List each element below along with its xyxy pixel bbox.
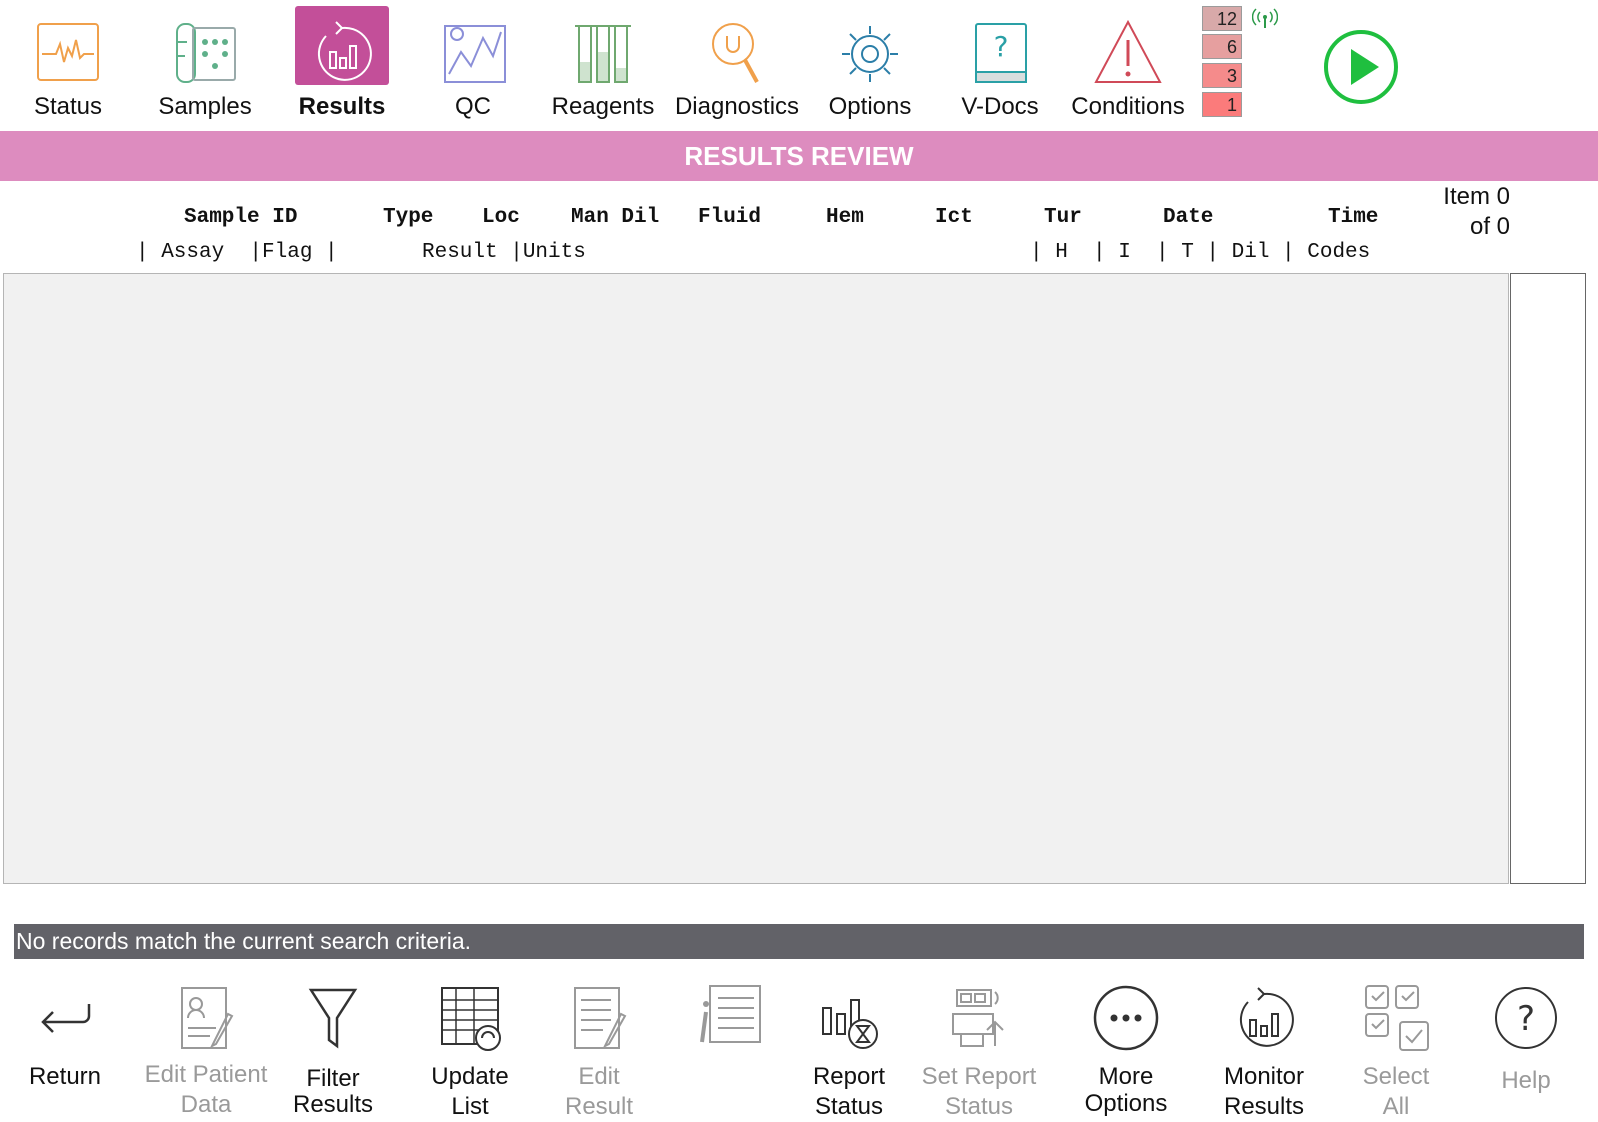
edit-result-icon <box>574 987 627 1049</box>
col-date[interactable]: Date <box>1163 206 1213 229</box>
help-button[interactable]: ? Help <box>1461 978 1591 1118</box>
counter-badge[interactable]: 6 <box>1202 34 1242 59</box>
select-all-icon <box>1365 985 1429 1051</box>
samples-rack-icon <box>163 12 247 94</box>
button-label: Help <box>1501 1067 1551 1094</box>
button-label: Edit Patient <box>144 1061 268 1088</box>
nav-samples[interactable]: Samples <box>150 4 260 124</box>
run-play-icon[interactable] <box>1322 28 1400 106</box>
status-message: No records match the current search crit… <box>14 924 1584 959</box>
list-scrollbar[interactable] <box>1510 273 1586 884</box>
more-options-icon <box>1093 985 1159 1051</box>
col-ict[interactable]: Ict <box>935 206 973 229</box>
options-gear-icon <box>828 12 912 94</box>
nav-label: V-Docs <box>961 93 1039 120</box>
button-label: Edit <box>578 1063 620 1090</box>
nav-vdocs[interactable]: ? V-Docs <box>950 4 1050 124</box>
item-counter-line1: Item 0 <box>1443 183 1510 210</box>
col-sample-id[interactable]: Sample ID <box>184 206 297 229</box>
update-list-icon <box>441 987 501 1051</box>
col-man-dil[interactable]: Man Dil <box>571 206 659 229</box>
item-counter-line2: of 0 <box>1469 213 1510 240</box>
button-label: Result <box>564 1093 634 1120</box>
edit-patient-data-button[interactable]: Edit Patient Data <box>141 978 271 1118</box>
report-status-button[interactable]: Report Status <box>784 978 914 1120</box>
col-loc[interactable]: Loc <box>482 206 520 229</box>
button-label: Return <box>28 1063 102 1090</box>
set-report-status-icon <box>952 989 1004 1047</box>
col-assay-flag[interactable]: | Assay |Flag | <box>136 241 338 264</box>
button-label: Results <box>292 1091 374 1118</box>
button-label: Select <box>1362 1063 1430 1090</box>
button-label: Status <box>944 1093 1014 1120</box>
nav-label: Options <box>828 93 912 120</box>
nav-label: Diagnostics <box>674 93 800 120</box>
nav-status[interactable]: Status <box>15 4 121 124</box>
button-label: Status <box>814 1093 884 1120</box>
col-h-i-t-dil-codes[interactable]: | H | I | T | Dil | Codes <box>1030 241 1370 264</box>
info-list-icon <box>700 985 761 1043</box>
nav-diagnostics[interactable]: Diagnostics <box>672 4 802 124</box>
col-hem[interactable]: Hem <box>826 206 864 229</box>
counter-badge[interactable]: 3 <box>1202 63 1242 88</box>
nav-qc[interactable]: QC <box>425 4 521 124</box>
col-type[interactable]: Type <box>383 206 433 229</box>
button-label: Set Report <box>921 1063 1037 1090</box>
info-list-button[interactable] <box>665 978 795 1118</box>
button-label: Options <box>1084 1090 1168 1117</box>
nav-label: Status <box>33 93 103 120</box>
counter-badge[interactable]: 1 <box>1202 92 1242 117</box>
select-all-button[interactable]: Select All <box>1331 978 1461 1120</box>
page-title: RESULTS REVIEW <box>0 131 1598 181</box>
col-fluid[interactable]: Fluid <box>698 206 761 229</box>
filter-results-button[interactable]: Filter Results <box>268 978 398 1118</box>
edit-patient-icon <box>181 987 234 1049</box>
button-label: List <box>451 1093 489 1120</box>
results-list[interactable] <box>3 273 1509 884</box>
edit-result-button[interactable]: Edit Result <box>534 978 664 1120</box>
col-time[interactable]: Time <box>1328 206 1378 229</box>
button-label: Results <box>1223 1093 1305 1120</box>
more-options-button[interactable]: More Options <box>1061 978 1191 1118</box>
button-label: Report <box>812 1063 886 1090</box>
vdocs-book-icon: ? <box>958 12 1042 94</box>
nav-conditions[interactable]: Conditions <box>1066 4 1190 124</box>
button-label: Update <box>431 1063 509 1090</box>
antenna-signal-icon <box>1251 6 1279 32</box>
button-label: All <box>1382 1093 1410 1120</box>
monitor-results-button[interactable]: Monitor Results <box>1199 978 1329 1120</box>
button-label: Data <box>180 1091 232 1118</box>
item-counter: Item 0 of 0 <box>1420 182 1510 242</box>
nav-reagents[interactable]: Reagents <box>548 4 658 124</box>
nav-results[interactable]: Results <box>294 4 390 124</box>
counter-badge[interactable]: 12 <box>1202 6 1242 31</box>
return-button[interactable]: Return <box>0 978 130 1118</box>
nav-label: Results <box>298 93 386 120</box>
button-label: More <box>1098 1063 1154 1090</box>
nav-label: Samples <box>158 93 252 120</box>
reagents-icon <box>561 12 645 94</box>
diagnostics-wrench-icon <box>695 12 779 94</box>
qc-chart-icon <box>431 12 515 94</box>
col-result-units[interactable]: Result |Units <box>422 241 586 264</box>
results-chart-icon <box>300 12 384 94</box>
nav-label: Conditions <box>1071 93 1185 120</box>
monitor-results-icon <box>1239 987 1294 1047</box>
set-report-status-button[interactable]: Set Report Status <box>914 978 1044 1120</box>
button-label: Monitor <box>1223 1063 1305 1090</box>
nav-label: Reagents <box>551 93 655 120</box>
warning-triangle-icon <box>1086 12 1170 94</box>
svg-text:?: ? <box>994 30 1009 63</box>
nav-options[interactable]: Options <box>820 4 920 124</box>
update-list-button[interactable]: Update List <box>405 978 535 1120</box>
report-status-icon <box>822 999 878 1049</box>
filter-funnel-icon <box>308 988 358 1049</box>
help-question-icon: ? <box>1495 987 1557 1049</box>
col-tur[interactable]: Tur <box>1044 206 1082 229</box>
status-monitor-icon <box>26 12 110 94</box>
return-arrow-icon <box>41 1004 91 1033</box>
svg-text:?: ? <box>1517 999 1535 1039</box>
nav-label: QC <box>455 93 491 120</box>
